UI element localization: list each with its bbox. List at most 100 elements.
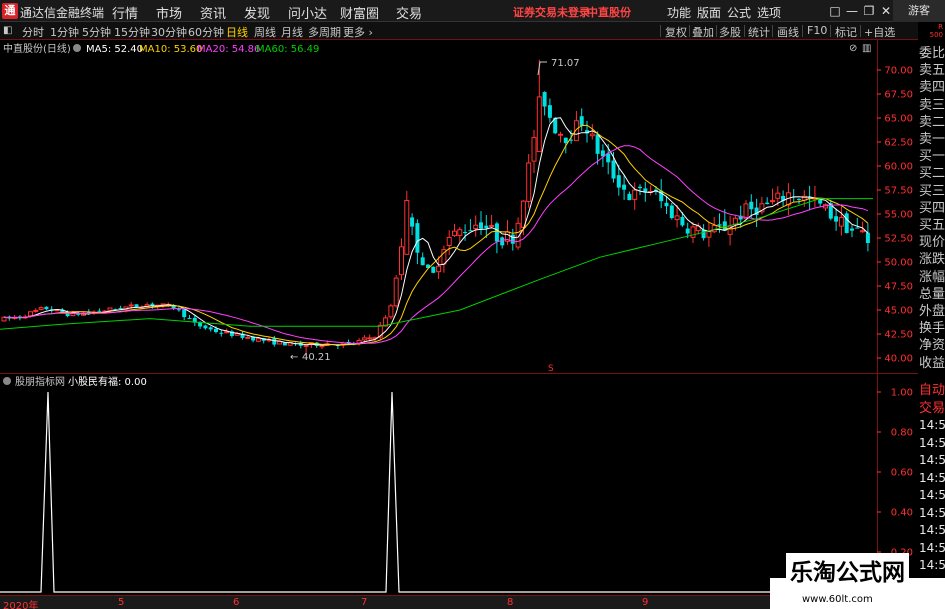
candle-body-up <box>526 162 532 202</box>
menu-wenxiaoda[interactable]: 问小达 <box>288 3 327 22</box>
kline-chart[interactable]: 中直股份(日线) MA5: 52.40 MA10: 53.60 MA20: 54… <box>0 40 918 609</box>
settings-dot-icon[interactable] <box>73 44 81 52</box>
period-tab-daily[interactable]: 日线 <box>226 24 248 40</box>
price-tick-label: 40.00 <box>884 354 913 365</box>
rp-label: 买三 <box>919 183 945 199</box>
candles <box>1 59 870 356</box>
candle-body-up <box>319 345 325 348</box>
rp-label: 卖三 <box>919 97 945 113</box>
overlay-button[interactable]: 叠加 <box>692 24 714 40</box>
candle-body-down <box>208 327 213 330</box>
layout-toggle-icon[interactable]: ▥ <box>862 43 871 54</box>
restore-icon[interactable]: □ <box>827 3 843 19</box>
menu-caifuquan[interactable]: 财富圈 <box>340 3 379 22</box>
candle-body-down <box>134 304 139 307</box>
layout-icon[interactable]: ◧ <box>3 25 12 36</box>
menu-gongneng[interactable]: 功能 <box>667 4 691 21</box>
candle-body-down <box>627 193 632 201</box>
candle-body-down <box>479 222 483 229</box>
menu-shichang[interactable]: 市场 <box>156 3 182 22</box>
indicator-settings-icon[interactable] <box>3 377 11 385</box>
mark-button[interactable]: 标记 <box>835 24 857 40</box>
app-title: 通达信金融终端 <box>20 6 105 20</box>
period-tab-weekly[interactable]: 周线 <box>254 24 276 40</box>
menu-gongshi[interactable]: 公式 <box>727 4 751 21</box>
candle-body-down <box>420 257 425 266</box>
collapse-icon[interactable]: ⊘ <box>849 43 857 54</box>
candle-body-up <box>860 230 866 233</box>
menu-zixun[interactable]: 资讯 <box>200 3 226 22</box>
login-status[interactable]: 证券交易未登录 <box>513 4 590 20</box>
candle-body-down <box>844 213 849 233</box>
period-tab-30min[interactable]: 30分钟 <box>151 24 187 40</box>
separator <box>830 25 831 37</box>
indicator-tick-label: 0.40 <box>891 508 913 519</box>
candle-body-up <box>674 215 680 221</box>
f10-button[interactable]: F10 <box>807 24 827 37</box>
fuquan-button[interactable]: 复权 <box>665 24 687 40</box>
price-tick-label: 45.00 <box>884 306 913 317</box>
x-label-8: 8 <box>507 597 514 608</box>
price-tick-label: 65.00 <box>884 114 913 125</box>
candle-body-up <box>489 224 495 227</box>
guest-button[interactable]: 游客 <box>893 0 945 22</box>
menu-jiaoyi[interactable]: 交易 <box>396 3 422 22</box>
candle-body-down <box>765 202 770 205</box>
candle-body-down <box>500 237 505 246</box>
period-tab-multi[interactable]: 多周期 <box>308 24 341 40</box>
price-tick-label: 42.50 <box>884 330 913 341</box>
rp-time-label: 14:56 <box>919 558 945 572</box>
candle-body-up <box>706 231 712 238</box>
indicator-axis: 1.000.800.600.400.20 <box>877 388 913 559</box>
indicator-tick-label: 0.60 <box>891 468 913 479</box>
period-tab-more[interactable]: 更多 › <box>343 24 373 40</box>
menu-banmian[interactable]: 版面 <box>697 4 721 21</box>
watermark-url: www.60lt.com <box>802 594 873 605</box>
indicator-label: 股朋指标网 <box>15 375 65 388</box>
candle-body-down <box>187 318 192 320</box>
statistics-button[interactable]: 统计 <box>748 24 770 40</box>
period-tab-15min[interactable]: 15分钟 <box>114 24 150 40</box>
draw-line-button[interactable]: 画线 <box>777 24 799 40</box>
candle-body-up <box>28 311 33 317</box>
watermark-title: 乐淘公式网 <box>786 553 909 587</box>
current-stock-title: 中直股份 <box>587 6 631 19</box>
candle-body-down <box>510 234 515 244</box>
candle-body-up <box>743 203 749 220</box>
price-axis: 70.00 67.50 65.00 62.50 60.00 57.50 55.00 52.50… <box>877 66 913 365</box>
period-tab-5min[interactable]: 5分钟 <box>82 24 111 40</box>
close-icon[interactable]: ✕ <box>878 3 894 19</box>
period-tab-fenshi[interactable]: 分时 <box>22 24 44 40</box>
multi-stock-button[interactable]: 多股 <box>719 24 741 40</box>
candle-body-up <box>255 337 261 342</box>
menu-faxian[interactable]: 发现 <box>244 3 270 22</box>
indicator-tick-label: 0.80 <box>891 428 913 439</box>
candle-body-up <box>303 344 309 347</box>
price-tick-label: 47.50 <box>884 282 913 293</box>
ma10-label: MA10: 53.60 <box>139 44 202 55</box>
rp-time-label: 14:56 <box>919 540 945 555</box>
menu-hangqing[interactable]: 行情 <box>112 3 138 22</box>
candle-body-up <box>446 236 452 246</box>
s-marker: S <box>548 364 554 374</box>
candle-body-down <box>606 153 611 163</box>
price-tick-label: 50.00 <box>884 258 913 269</box>
candle-body-up <box>38 307 44 310</box>
price-tick-label: 60.00 <box>884 162 913 173</box>
period-tab-monthly[interactable]: 月线 <box>281 24 303 40</box>
rp-label: 总量 <box>919 286 945 302</box>
add-favorite-button[interactable]: +自选 <box>864 24 895 40</box>
candle-body-down <box>468 230 473 232</box>
candle-body-down <box>595 134 600 154</box>
menu-xuanxiang[interactable]: 选项 <box>757 4 781 21</box>
candle-body-down <box>563 137 568 144</box>
period-tab-1min[interactable]: 1分钟 <box>50 24 79 40</box>
rp-auto-trade-label: 交易 <box>919 400 945 416</box>
period-tab-60min[interactable]: 60分钟 <box>188 24 224 40</box>
candle-body-down <box>749 201 754 210</box>
rp-label: 卖五 <box>919 63 945 79</box>
candle-body-up <box>361 337 367 341</box>
candle-body-down <box>611 160 616 179</box>
maximize-icon[interactable]: ❐ <box>861 3 877 19</box>
minimize-icon[interactable]: — <box>844 3 860 19</box>
